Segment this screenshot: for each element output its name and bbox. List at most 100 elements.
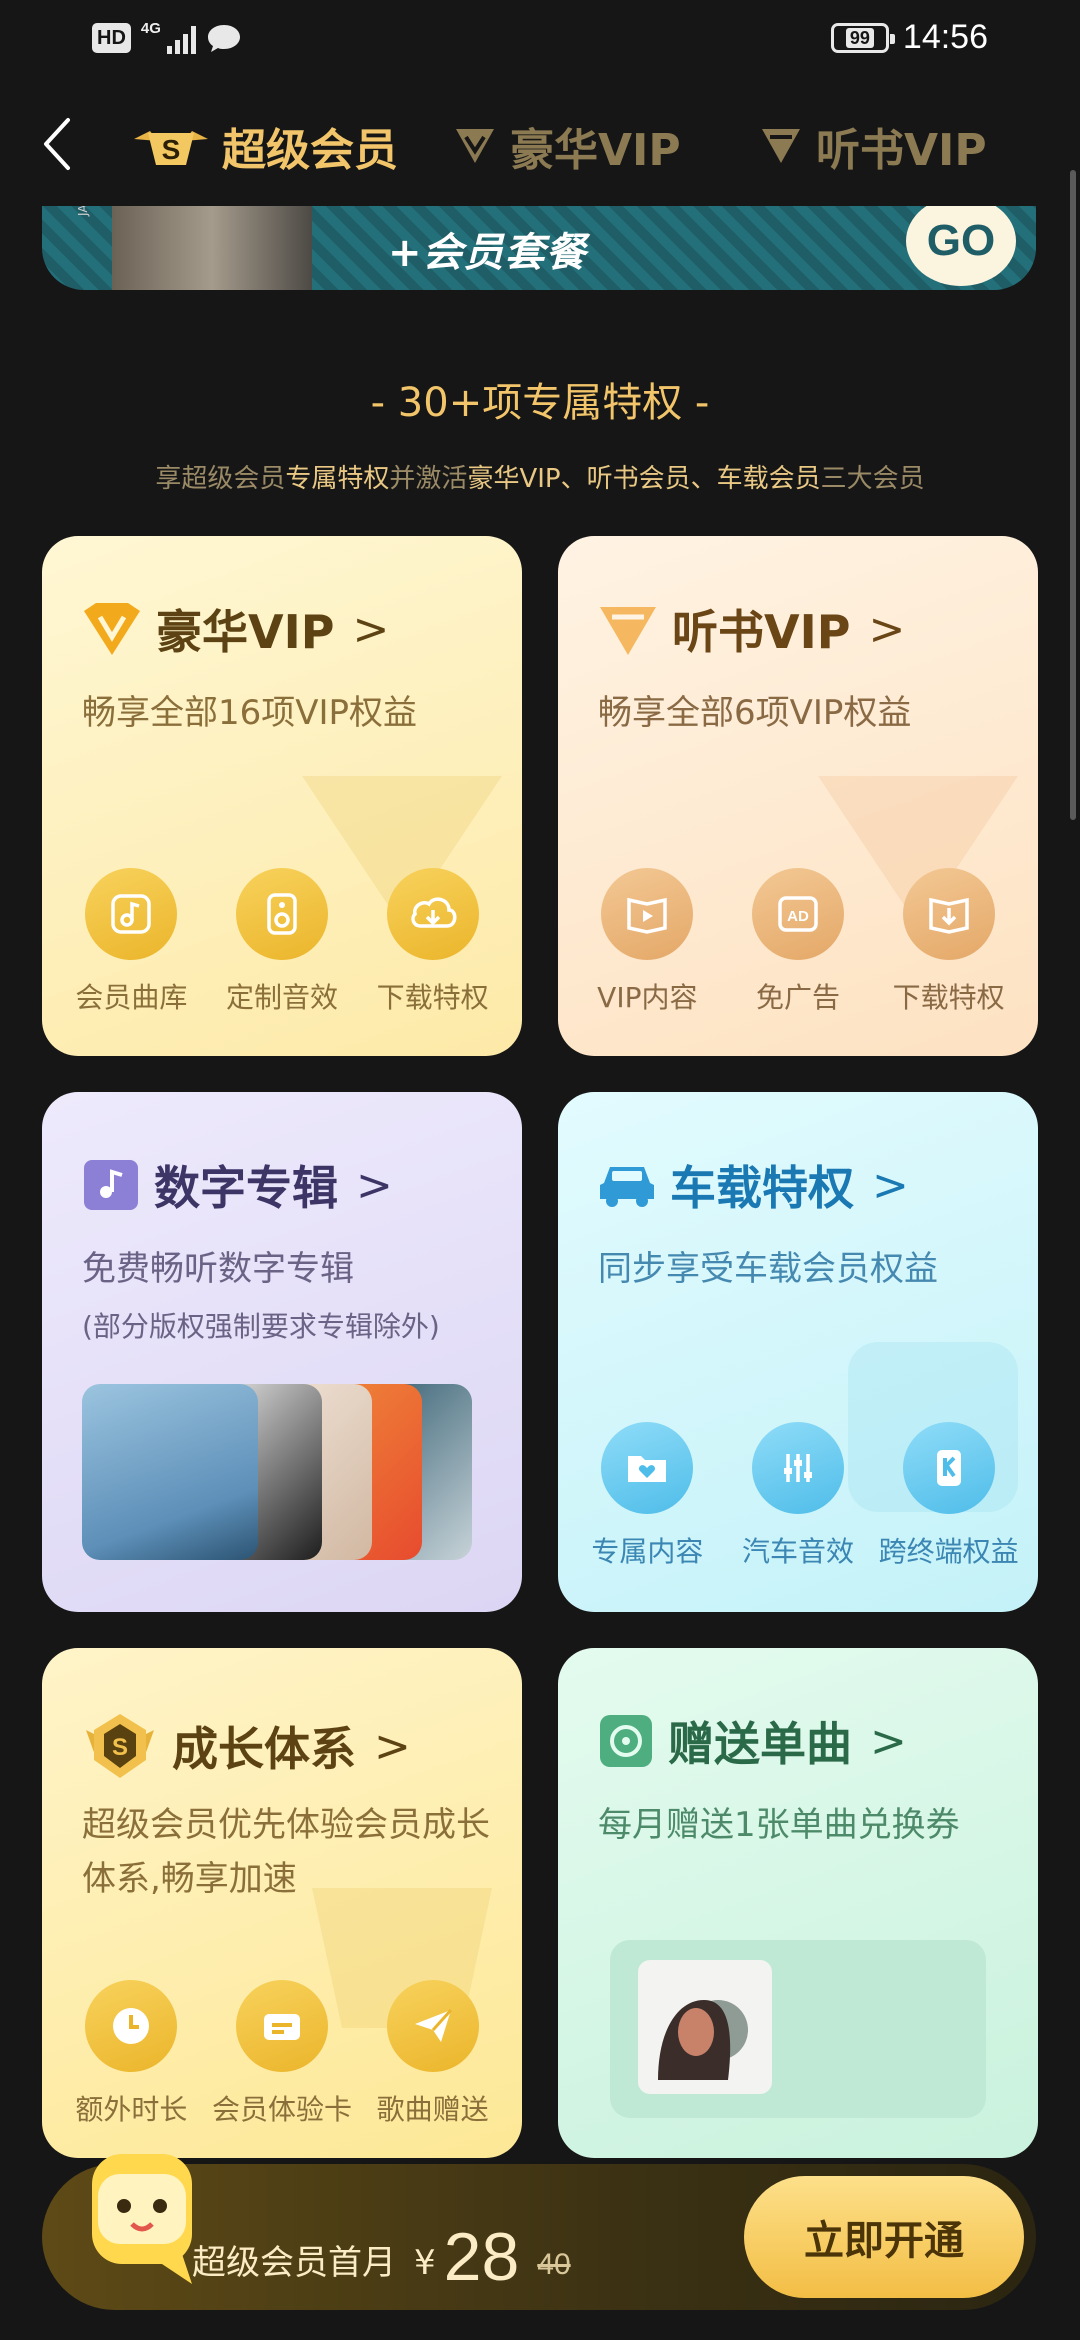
download-book-icon <box>902 868 995 960</box>
speaker-icon <box>235 868 328 960</box>
clock-icon <box>85 1980 178 2072</box>
play-book-icon <box>601 868 694 960</box>
folder-heart-icon <box>601 1422 694 1514</box>
top-nav: S 超级会员 豪华VIP 听书VIP <box>0 96 1080 196</box>
send-icon <box>386 1980 479 2072</box>
card-title: 数字专辑 > <box>82 1152 393 1218</box>
clock: 14:56 <box>902 18 988 56</box>
feature-item[interactable]: 下载特权 <box>879 868 1019 1016</box>
card-desc: 同步享受车载会员权益 <box>598 1249 938 1289</box>
album-stack <box>82 1384 472 1560</box>
card-car-privilege[interactable]: 车载特权 > 同步享受车载会员权益 专属内容 汽车音效 跨终端权益 <box>558 1092 1038 1612</box>
card-desc: 每月赠送1张单曲兑换券 <box>598 1805 960 1845</box>
price-value: 28 <box>443 2219 520 2295</box>
feature-item[interactable]: 下载特权 <box>363 868 503 1016</box>
battery-icon: 99 <box>830 22 895 53</box>
price-label: 超级会员首月 <box>192 2243 396 2283</box>
card-desc: 畅享全部6项VIP权益 <box>598 693 912 733</box>
vip-diamond-icon <box>84 603 140 655</box>
feature-label: 下载特权 <box>376 981 489 1014</box>
network-type: 4G <box>140 20 161 37</box>
feature-item[interactable]: 跨终端权益 <box>879 1422 1019 1570</box>
price-info: 超级会员首月 ¥ 28 40 <box>192 2212 571 2295</box>
card-growth-system[interactable]: S 成长体系 > 超级会员优先体验会员成长体系,畅享加速 额外时长 会员体验卡 歌… <box>42 1648 522 2158</box>
feature-label: 定制音效 <box>225 981 338 1014</box>
feature-item[interactable]: AD 免广告 <box>728 868 868 1016</box>
feature-item[interactable]: 歌曲赠送 <box>363 1980 503 2128</box>
tab-super-member[interactable]: S 超级会员 <box>132 116 398 176</box>
tab-label: 豪华VIP <box>510 125 681 176</box>
cloud-download-icon <box>386 868 479 960</box>
feature-row: 会员曲库 定制音效 下载特权 <box>42 868 522 1016</box>
card-desc: 畅享全部16项VIP权益 <box>82 693 418 733</box>
feature-item[interactable]: 会员体验卡 <box>212 1980 352 2128</box>
feature-item[interactable]: 汽车音效 <box>728 1422 868 1570</box>
diamond-icon <box>762 129 800 163</box>
svg-text:S: S <box>162 134 181 165</box>
banner-text: +会员套餐 <box>388 230 587 276</box>
section-subtitle: 享超级会员专属特权并激活豪华VIP、听书会员、车载会员三大会员 <box>155 464 925 494</box>
hd-badge: HD <box>92 23 131 53</box>
original-price: 40 <box>537 2248 571 2281</box>
status-left: HD 4G <box>92 20 242 54</box>
card-title: 车载特权 > <box>598 1152 909 1218</box>
purchase-bar: 超级会员首月 ¥ 28 40 立即开通 <box>42 2154 1036 2310</box>
chevron-right-icon: > <box>870 1715 907 1767</box>
growth-badge-icon: S <box>86 1714 154 1778</box>
card-desc: 超级会员优先体验会员成长体系,畅享加速 <box>82 1805 490 1899</box>
chevron-right-icon: > <box>868 603 906 655</box>
card-digital-album[interactable]: 数字专辑 > 免费畅听数字专辑 (部分版权强制要求专辑除外) <box>42 1092 522 1612</box>
status-right: 99 14:56 <box>830 18 988 57</box>
feature-row: VIP内容 AD 免广告 下载特权 <box>558 868 1038 1016</box>
feature-item[interactable]: 定制音效 <box>212 868 352 1016</box>
feature-item[interactable]: 额外时长 <box>61 1980 201 2128</box>
feature-item[interactable]: VIP内容 <box>577 868 717 1016</box>
album-cover[interactable] <box>82 1384 258 1560</box>
svg-text:AD: AD <box>787 908 809 925</box>
single-coupon[interactable] <box>610 1940 986 2118</box>
feature-item[interactable]: 会员曲库 <box>61 868 201 1016</box>
album-icon <box>84 1160 138 1210</box>
banner-side-text: JAY CHOU <box>76 206 90 216</box>
book-diamond-icon <box>600 607 656 655</box>
card-icon <box>235 1980 328 2072</box>
tab-label: 听书VIP <box>816 125 987 176</box>
card-title: 豪华VIP > <box>82 596 389 662</box>
single-cover <box>638 1960 772 2094</box>
feature-item[interactable]: 专属内容 <box>577 1422 717 1570</box>
feature-label: 额外时长 <box>75 2093 188 2126</box>
tab-audiobook-vip[interactable]: 听书VIP <box>758 116 987 176</box>
ad-free-icon: AD <box>751 868 844 960</box>
card-title: S 成长体系 > <box>82 1708 411 1784</box>
card-note: (部分版权强制要求专辑除外) <box>82 1310 440 1343</box>
scrollbar[interactable] <box>1070 170 1076 820</box>
card-gift-single[interactable]: 赠送单曲 > 每月赠送1张单曲兑换券 <box>558 1648 1038 2158</box>
currency-symbol: ¥ <box>414 2243 436 2283</box>
feature-label: 专属内容 <box>591 1535 704 1568</box>
subscribe-button[interactable]: 立即开通 <box>744 2176 1024 2298</box>
chat-icon <box>207 25 240 52</box>
feature-label: 跨终端权益 <box>878 1535 1019 1568</box>
promo-banner[interactable]: JAY CHOU +会员套餐 GO <box>42 206 1036 290</box>
feature-label: 歌曲赠送 <box>376 2093 489 2126</box>
card-audiobook-vip[interactable]: 听书VIP > 畅享全部6项VIP权益 VIP内容 AD 免广告 下载特权 <box>558 536 1038 1056</box>
car-icon <box>600 1167 654 1207</box>
equalizer-icon <box>751 1422 844 1514</box>
svg-text:S: S <box>112 1734 128 1761</box>
card-title: 听书VIP > <box>598 596 905 662</box>
card-luxury-vip[interactable]: 豪华VIP > 畅享全部16项VIP权益 会员曲库 定制音效 下载特权 <box>42 536 522 1056</box>
signal-icon: 4G <box>140 20 196 54</box>
music-note-icon <box>85 868 178 960</box>
card-title: 赠送单曲 > <box>598 1708 907 1774</box>
feature-label: 免广告 <box>755 981 840 1014</box>
go-button[interactable]: GO <box>906 206 1016 286</box>
vinyl-icon <box>600 1715 652 1767</box>
battery-level: 99 <box>845 27 874 48</box>
feature-row: 额外时长 会员体验卡 歌曲赠送 <box>42 1980 522 2128</box>
tab-luxury-vip[interactable]: 豪华VIP <box>452 116 681 176</box>
feature-label: VIP内容 <box>597 981 698 1014</box>
feature-row: 专属内容 汽车音效 跨终端权益 <box>558 1422 1038 1570</box>
super-badge-icon: S <box>134 131 208 165</box>
back-button[interactable] <box>28 110 88 178</box>
chevron-right-icon: > <box>356 1159 393 1211</box>
